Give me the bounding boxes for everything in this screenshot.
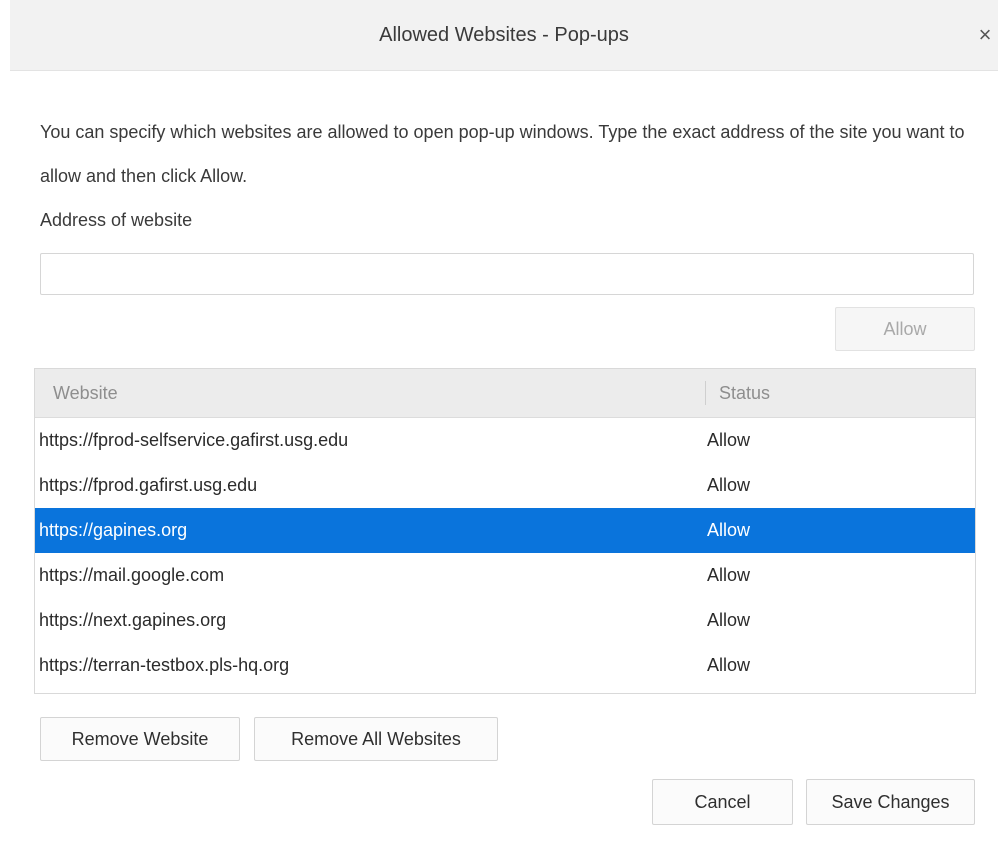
close-icon[interactable]: × <box>972 20 998 50</box>
website-cell: https://gapines.org <box>39 520 188 540</box>
table-row[interactable]: https://terran-testbox.pls-hq.org Allow <box>35 643 975 688</box>
status-cell: Allow <box>707 610 751 630</box>
address-label: Address of website <box>40 210 193 230</box>
description-text: You can specify which websites are allow… <box>40 122 965 186</box>
address-input[interactable] <box>40 253 974 295</box>
website-cell: https://next.gapines.org <box>39 610 227 630</box>
dialog-title: Allowed Websites - Pop-ups <box>379 24 629 46</box>
remove-all-websites-button[interactable]: Remove All Websites <box>254 717 498 761</box>
websites-table: Website Status https://fprod-selfservice… <box>34 368 976 694</box>
dialog-titlebar: Allowed Websites - Pop-ups × <box>10 0 998 71</box>
status-cell: Allow <box>707 430 751 450</box>
website-cell: https://fprod-selfservice.gafirst.usg.ed… <box>39 430 349 450</box>
column-divider[interactable] <box>705 381 706 405</box>
status-cell: Allow <box>707 520 751 540</box>
status-cell: Allow <box>707 475 751 495</box>
status-cell: Allow <box>707 655 751 675</box>
website-cell: https://mail.google.com <box>39 565 225 585</box>
column-header-website[interactable]: Website <box>53 369 118 417</box>
website-cell: https://terran-testbox.pls-hq.org <box>39 655 290 675</box>
column-header-status[interactable]: Status <box>719 369 770 417</box>
table-row[interactable]: https://next.gapines.org Allow <box>35 598 975 643</box>
status-cell: Allow <box>707 565 751 585</box>
save-changes-button[interactable]: Save Changes <box>806 779 975 825</box>
table-header: Website Status <box>35 369 975 418</box>
table-row[interactable]: https://fprod-selfservice.gafirst.usg.ed… <box>35 418 975 463</box>
table-row[interactable]: https://fprod.gafirst.usg.edu Allow <box>35 463 975 508</box>
cancel-button[interactable]: Cancel <box>652 779 793 825</box>
remove-website-button[interactable]: Remove Website <box>40 717 240 761</box>
allow-button[interactable]: Allow <box>835 307 975 351</box>
table-row[interactable]: https://mail.google.com Allow <box>35 553 975 598</box>
table-row[interactable]: https://gapines.org Allow <box>35 508 975 553</box>
website-cell: https://fprod.gafirst.usg.edu <box>39 475 258 495</box>
